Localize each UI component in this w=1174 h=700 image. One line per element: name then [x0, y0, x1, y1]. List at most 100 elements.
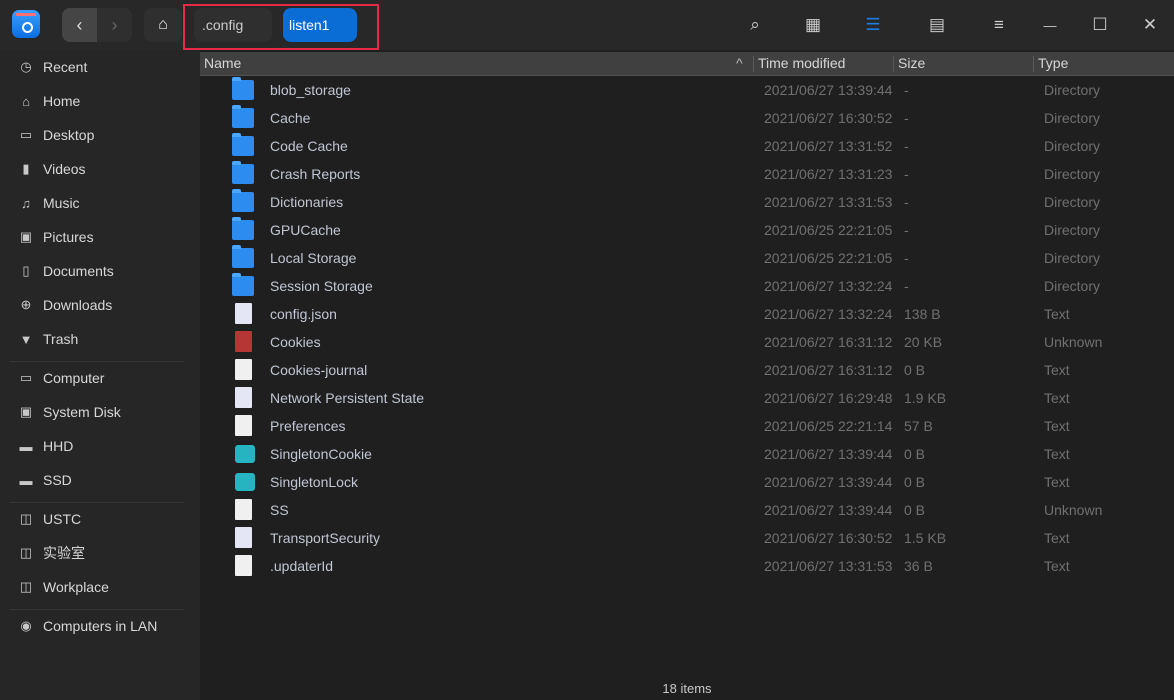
- icon-view-button[interactable]: ▦: [800, 12, 826, 38]
- file-row[interactable]: Preferences 2021/06/25 22:21:14 57 B Text: [200, 412, 1174, 440]
- sidebar-item-music[interactable]: ♫ Music: [0, 188, 200, 218]
- symlink-locked-icon: [235, 473, 255, 491]
- sidebar-item-label: Desktop: [43, 127, 95, 143]
- sidebar-item-downloads[interactable]: ⊕ Downloads: [0, 290, 200, 320]
- file-name: SingletonCookie: [270, 446, 372, 462]
- file-type: Text: [1044, 362, 1070, 378]
- file-row[interactable]: TransportSecurity 2021/06/27 16:30:52 1.5 …: [200, 524, 1174, 552]
- file-row[interactable]: Code Cache 2021/06/27 13:31:52- Directory: [200, 132, 1174, 160]
- file-time-modified: 2021/06/27 16:30:52: [764, 530, 893, 546]
- sidebar-item-documents[interactable]: ▯ Documents: [0, 256, 200, 286]
- sidebar: ◷ Recent ⌂ Home ▭ Desktop ▮ Videos ♫ Music ▣ Pictur…: [0, 50, 200, 700]
- maximize-button[interactable]: ☐: [1087, 12, 1113, 38]
- back-button[interactable]: ‹: [62, 8, 97, 42]
- file-row[interactable]: Cookies-journal 2021/06/27 16:31:12 0 B Tex…: [200, 356, 1174, 384]
- sidebar-item-icon: ▬: [19, 438, 33, 454]
- file-name: Dictionaries: [270, 194, 344, 210]
- file-name: Cookies-journal: [270, 362, 368, 378]
- file-row[interactable]: Cache 2021/06/27 16:30:52- Directory: [200, 104, 1174, 132]
- folder-icon: [232, 217, 254, 240]
- file-time-modified: 2021/06/27 13:31:53: [764, 558, 893, 574]
- file-type: Directory: [1044, 278, 1101, 294]
- file-row[interactable]: Crash Reports 2021/06/27 13:31:23- Directo…: [200, 160, 1174, 188]
- file-row[interactable]: SingletonLock 2021/06/27 13:39:44 0 B Text: [200, 468, 1174, 496]
- detail-view-button[interactable]: ▤: [924, 12, 950, 38]
- column-name[interactable]: Name: [200, 52, 752, 76]
- sidebar-item-recent[interactable]: ◷ Recent: [0, 52, 200, 82]
- file-time-modified: 2021/06/27 16:31:12: [764, 334, 893, 350]
- sidebar-item-pictures[interactable]: ▣ Pictures: [0, 222, 200, 252]
- sidebar-item-computers-in-lan[interactable]: ◉ Computers in LAN: [0, 611, 200, 641]
- file-row[interactable]: Cookies 2021/06/27 16:31:12 20 KB Unknown: [200, 328, 1174, 356]
- file-time-modified: 2021/06/25 22:21:14: [764, 418, 893, 434]
- file-size: -: [904, 110, 909, 126]
- sidebar-item-hhd[interactable]: ▬ HHD: [0, 431, 200, 461]
- blank-file-icon: [235, 415, 252, 436]
- sidebar-item-label: Music: [43, 195, 80, 211]
- sidebar-item-computer[interactable]: ▭ Computer: [0, 363, 200, 393]
- file-row[interactable]: SS 2021/06/27 13:39:44 0 B Unknown: [200, 496, 1174, 524]
- forward-button[interactable]: ›: [97, 8, 132, 42]
- file-row[interactable]: config.json 2021/06/27 13:32:24 138 B Text: [200, 300, 1174, 328]
- file-row[interactable]: blob_storage 2021/06/27 13:39:44- Director…: [200, 76, 1174, 104]
- home-crumb-button[interactable]: ⌂: [144, 8, 182, 42]
- sidebar-item-workplace[interactable]: ◫ Workplace: [0, 572, 200, 602]
- sidebar-item-label: HHD: [43, 438, 74, 454]
- search-icon[interactable]: ⌕: [742, 12, 768, 38]
- file-size: 0 B: [904, 502, 926, 518]
- sidebar-item-home[interactable]: ⌂ Home: [0, 86, 200, 116]
- sidebar-item-label: 实验室: [43, 545, 85, 561]
- column-time-modified[interactable]: Time modified: [754, 52, 845, 76]
- sidebar-item-ustc[interactable]: ◫ USTC: [0, 504, 200, 534]
- file-row[interactable]: Dictionaries 2021/06/27 13:31:53- Director…: [200, 188, 1174, 216]
- breadcrumb-config[interactable]: .config: [194, 8, 272, 42]
- sidebar-item-实验室[interactable]: ◫ 实验室: [0, 538, 200, 568]
- file-size: 1.9 KB: [904, 390, 947, 406]
- breadcrumb-listen1[interactable]: listen1: [283, 8, 357, 42]
- file-time-modified: 2021/06/27 13:39:44: [764, 82, 893, 98]
- file-name: GPUCache: [270, 222, 341, 238]
- file-row[interactable]: GPUCache 2021/06/25 22:21:05- Directory: [200, 216, 1174, 244]
- sidebar-item-label: Videos: [43, 161, 86, 177]
- file-size: 20 KB: [904, 334, 943, 350]
- sort-ascending-icon[interactable]: ^: [732, 52, 743, 76]
- file-name: .updaterId: [270, 558, 334, 574]
- sidebar-item-label: SSD: [43, 472, 72, 488]
- app-logo-icon: [12, 10, 40, 38]
- folder-icon: [232, 189, 254, 212]
- file-name: Cookies: [270, 334, 321, 350]
- file-time-modified: 2021/06/27 16:31:12: [764, 362, 893, 378]
- column-type[interactable]: Type: [1034, 52, 1068, 76]
- file-type: Directory: [1044, 82, 1101, 98]
- file-row[interactable]: Local Storage 2021/06/25 22:21:05- Directo…: [200, 244, 1174, 272]
- file-row[interactable]: SingletonCookie 2021/06/27 13:39:44 0 B Tex…: [200, 440, 1174, 468]
- file-type: Directory: [1044, 110, 1101, 126]
- column-size[interactable]: Size: [894, 52, 925, 76]
- sidebar-item-videos[interactable]: ▮ Videos: [0, 154, 200, 184]
- close-button[interactable]: ✕: [1137, 12, 1163, 38]
- navigation-buttons: ‹ ›: [62, 8, 132, 42]
- sidebar-item-trash[interactable]: ▼ Trash: [0, 324, 200, 354]
- file-time-modified: 2021/06/25 22:21:05: [764, 222, 893, 238]
- list-view-button[interactable]: ☰: [860, 12, 886, 38]
- file-row[interactable]: .updaterId 2021/06/27 13:31:53 36 B Text: [200, 552, 1174, 580]
- menu-button[interactable]: ≡: [986, 12, 1012, 38]
- database-file-icon: [235, 331, 252, 352]
- sidebar-item-label: Computers in LAN: [43, 618, 158, 634]
- file-name: blob_storage: [270, 82, 351, 98]
- minimize-button[interactable]: —: [1037, 12, 1063, 38]
- sidebar-item-ssd[interactable]: ▬ SSD: [0, 465, 200, 495]
- sidebar-item-icon: ◫: [19, 545, 33, 560]
- file-row[interactable]: Network Persistent State 2021/06/27 16:29…: [200, 384, 1174, 412]
- sidebar-item-system-disk[interactable]: ▣ System Disk: [0, 397, 200, 427]
- file-size: 0 B: [904, 362, 926, 378]
- file-size: 57 B: [904, 418, 933, 434]
- folder-icon: [232, 105, 254, 128]
- blank-file-icon: [235, 555, 252, 576]
- file-row[interactable]: Session Storage 2021/06/27 13:32:24- Direc…: [200, 272, 1174, 300]
- sidebar-item-desktop[interactable]: ▭ Desktop: [0, 120, 200, 150]
- file-type: Text: [1044, 418, 1070, 434]
- folder-icon: [232, 77, 254, 100]
- file-name: SS: [270, 502, 289, 518]
- file-time-modified: 2021/06/27 13:31:53: [764, 194, 893, 210]
